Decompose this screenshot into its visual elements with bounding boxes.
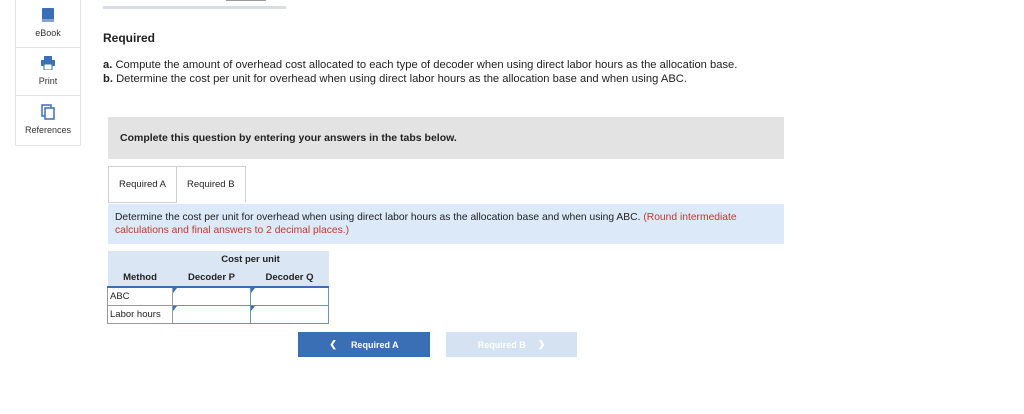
input-flag-icon (251, 288, 255, 293)
item-prefix: b. (103, 73, 113, 85)
sidebar-item-references[interactable]: References (16, 96, 80, 144)
required-item-b: b. Determine the cost per unit for overh… (103, 72, 737, 86)
chevron-left-icon: ❮ (329, 339, 337, 349)
instruction-text: Determine the cost per unit for overhead… (115, 212, 641, 223)
input-flag-icon (173, 288, 177, 293)
book-icon (41, 6, 55, 24)
sidebar-item-print[interactable]: Print (16, 48, 80, 96)
abc-decoder-p-input[interactable] (173, 288, 250, 305)
abc-decoder-p-cell (172, 286, 251, 306)
sidebar: eBook Print References (15, 0, 81, 146)
sidebar-item-ebook[interactable]: eBook (16, 0, 80, 48)
item-prefix: a. (103, 59, 113, 71)
previous-tab-button[interactable]: ❮ Required A (298, 332, 430, 357)
table-row: ABC (107, 286, 329, 306)
instruction-panel: Determine the cost per unit for overhead… (108, 204, 784, 244)
previous-tab-label: Required A (350, 339, 399, 350)
complete-question-banner: Complete this question by entering your … (108, 117, 784, 159)
labor-hours-decoder-p-input[interactable] (173, 306, 250, 323)
tab-bar: Required A Required B (108, 166, 246, 203)
required-item-a: a. Compute the amount of overhead cost a… (103, 58, 737, 72)
abc-decoder-q-cell (250, 286, 329, 306)
chevron-right-icon: ❯ (537, 339, 546, 349)
printer-icon (40, 54, 56, 72)
tab-required-a[interactable]: Required A (108, 166, 178, 203)
row-label-labor-hours: Labor hours (107, 305, 173, 324)
labor-hours-decoder-q-input[interactable] (251, 306, 328, 323)
input-flag-icon (173, 306, 177, 311)
abc-decoder-q-input[interactable] (251, 288, 328, 305)
input-flag-icon (251, 306, 255, 311)
banner-text: Complete this question by entering your … (120, 132, 457, 144)
item-text: Determine the cost per unit for overhead… (116, 73, 687, 85)
required-list: a. Compute the amount of overhead cost a… (103, 58, 737, 86)
next-tab-button: Required B ❯ (446, 332, 577, 357)
column-header-decoder-q: Decoder Q (250, 268, 329, 288)
item-text: Compute the amount of overhead cost allo… (115, 59, 738, 71)
tab-required-b[interactable]: Required B (177, 166, 246, 203)
sidebar-item-label: References (24, 125, 72, 135)
next-tab-label: Required B (477, 339, 526, 350)
required-title: Required (103, 31, 156, 45)
table-group-header: Cost per unit (172, 251, 329, 268)
column-header-method: Method (107, 268, 173, 288)
scroll-track (103, 6, 286, 9)
sidebar-item-label: Print (38, 76, 58, 86)
copy-icon (41, 103, 55, 121)
row-label-abc: ABC (107, 286, 173, 306)
answer-table: Cost per unit Method Decoder P Decoder Q… (107, 251, 329, 324)
scroll-indicator (226, 0, 266, 1)
labor-hours-decoder-q-cell (250, 305, 329, 324)
column-header-decoder-p: Decoder P (172, 268, 251, 288)
table-header-blank (107, 251, 173, 268)
table-row: Labor hours (107, 305, 329, 324)
sidebar-item-label: eBook (35, 28, 61, 38)
labor-hours-decoder-p-cell (172, 305, 251, 324)
